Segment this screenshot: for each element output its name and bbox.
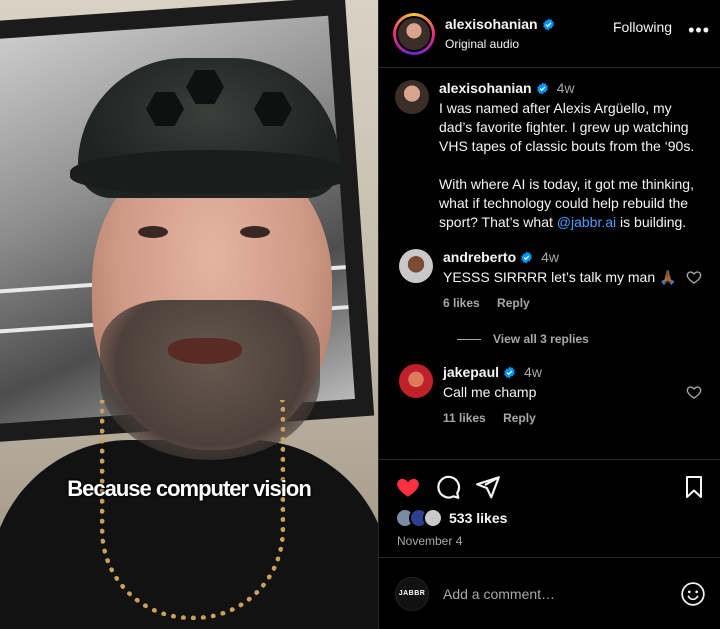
view-replies-button[interactable]: View all 3 replies [457, 332, 706, 346]
comment-icon[interactable] [435, 474, 461, 500]
avatar[interactable] [395, 80, 429, 114]
header-username[interactable]: alexisohanian [445, 16, 538, 32]
comment-item: andreberto 4w YESSS SIRRRR let’s talk my… [395, 249, 706, 310]
likes-summary: 533 likes [379, 500, 720, 528]
reply-button[interactable]: Reply [503, 411, 536, 425]
post-panel: alexisohanian Original audio Following •… [378, 0, 720, 629]
post-actions [379, 460, 720, 500]
avatar[interactable] [399, 364, 433, 398]
verified-badge-icon [536, 82, 548, 94]
like-comment-heart-icon[interactable] [686, 269, 702, 285]
comment-time: 4w [524, 364, 542, 380]
verified-badge-icon [504, 366, 515, 378]
gold-chain [100, 400, 285, 620]
following-button[interactable]: Following [613, 19, 672, 35]
liker-avatars[interactable] [395, 508, 443, 528]
comment-time: 4w [541, 249, 560, 265]
video-player[interactable]: Because computer vision [0, 0, 378, 629]
reply-button[interactable]: Reply [497, 296, 530, 310]
caption-paragraph: With where AI is today, it got me thinki… [439, 176, 694, 230]
post-time: 4w [556, 80, 575, 96]
like-comment-heart-icon[interactable] [686, 384, 702, 400]
audio-label[interactable]: Original audio [445, 37, 613, 51]
comment-composer: JABBR [379, 557, 720, 629]
add-comment-input[interactable] [443, 585, 680, 602]
verified-badge-icon [521, 251, 532, 263]
video-caption: Because computer vision [67, 476, 312, 501]
share-icon[interactable] [475, 474, 501, 500]
comment-text: YESSS SIRRRR let’s talk my man 🙏🏾 [443, 269, 677, 285]
emoji-icon[interactable] [680, 581, 706, 607]
story-ring[interactable] [393, 12, 435, 55]
like-heart-icon[interactable] [395, 474, 421, 500]
post-caption: alexisohanian 4w I was named after Alexi… [395, 80, 706, 251]
comment-username[interactable]: andreberto [443, 249, 516, 265]
comment-text: Call me champ [443, 384, 537, 400]
post-date: November 4 [397, 534, 463, 548]
comment-username[interactable]: jakepaul [443, 364, 499, 380]
mention-link[interactable]: @jabbr.ai [557, 214, 616, 230]
comment-likes[interactable]: 6 likes [443, 296, 480, 310]
view-replies-label: View all 3 replies [493, 332, 589, 346]
save-bookmark-icon[interactable] [682, 474, 706, 500]
likes-count[interactable]: 533 likes [449, 510, 507, 526]
avatar[interactable] [399, 249, 433, 283]
caption-username[interactable]: alexisohanian [439, 80, 532, 96]
caption-paragraph: I was named after Alexis Argüello, my da… [439, 100, 695, 154]
verified-badge-icon [542, 18, 554, 30]
post-header: alexisohanian Original audio Following •… [379, 0, 720, 68]
commenter-avatar: JABBR [395, 576, 429, 611]
caption-text: I was named after Alexis Argüello, my da… [439, 99, 706, 232]
comment-item: jakepaul 4w Call me champ 11 likes Reply [395, 364, 706, 425]
comments-scroll-area[interactable]: alexisohanian 4w I was named after Alexi… [379, 68, 720, 460]
avatar [396, 15, 432, 52]
more-options-icon[interactable]: ••• [688, 20, 710, 41]
comment-likes[interactable]: 11 likes [443, 411, 486, 425]
